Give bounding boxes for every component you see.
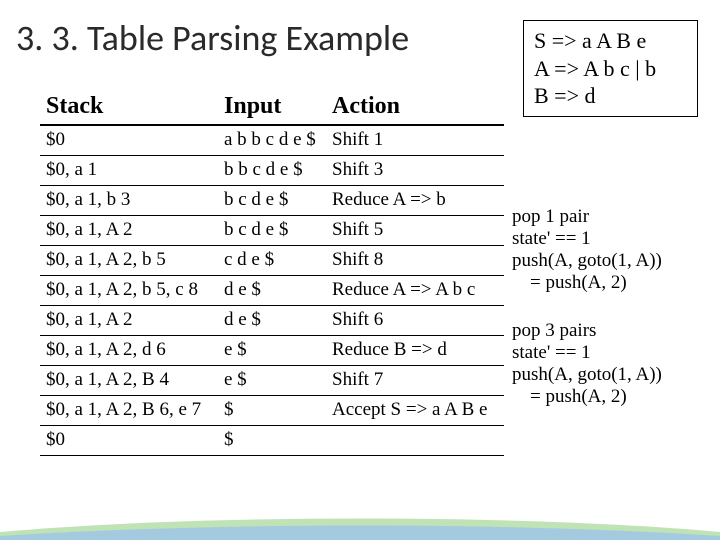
cell-stack: $0 xyxy=(40,426,218,456)
note-line: state' == 1 xyxy=(512,342,702,364)
cell-stack: $0, a 1, A 2, d 6 xyxy=(40,336,218,366)
cell-input: a b b c d e $ xyxy=(218,125,326,156)
cell-stack: $0, a 1 xyxy=(40,156,218,186)
cell-input: $ xyxy=(218,396,326,426)
cell-stack: $0, a 1, A 2 xyxy=(40,216,218,246)
grammar-line: S => a A B e xyxy=(534,27,689,55)
cell-action: Reduce A => b xyxy=(326,186,504,216)
note-line: = push(A, 2) xyxy=(512,272,702,294)
annotation-reduce-2: pop 3 pairs state' == 1 push(A, goto(1, … xyxy=(512,320,702,407)
cell-stack: $0, a 1, b 3 xyxy=(40,186,218,216)
table-row: $0$ xyxy=(40,426,504,456)
cell-input: e $ xyxy=(218,366,326,396)
cell-action: Shift 7 xyxy=(326,366,504,396)
cell-input: $ xyxy=(218,426,326,456)
table-row: $0, a 1, A 2, B 6, e 7$Accept S => a A B… xyxy=(40,396,504,426)
cell-input: b c d e $ xyxy=(218,216,326,246)
table-row: $0, a 1, A 2d e $Shift 6 xyxy=(40,306,504,336)
note-line: state' == 1 xyxy=(512,228,702,250)
cell-action: Shift 5 xyxy=(326,216,504,246)
cell-action: Shift 3 xyxy=(326,156,504,186)
decorative-swoosh xyxy=(0,512,720,540)
cell-action: Reduce A => A b c xyxy=(326,276,504,306)
cell-action: Accept S => a A B e xyxy=(326,396,504,426)
cell-stack: $0 xyxy=(40,125,218,156)
cell-stack: $0, a 1, A 2, b 5 xyxy=(40,246,218,276)
cell-stack: $0, a 1, A 2, b 5, c 8 xyxy=(40,276,218,306)
cell-action: Shift 1 xyxy=(326,125,504,156)
table-row: $0, a 1, A 2, B 4e $Shift 7 xyxy=(40,366,504,396)
table-row: $0, a 1b b c d e $Shift 3 xyxy=(40,156,504,186)
note-line: = push(A, 2) xyxy=(512,386,702,408)
annotation-reduce-1: pop 1 pair state' == 1 push(A, goto(1, A… xyxy=(512,206,702,293)
table-row: $0, a 1, b 3b c d e $Reduce A => b xyxy=(40,186,504,216)
cell-stack: $0, a 1, A 2, B 4 xyxy=(40,366,218,396)
table-row: $0, a 1, A 2, b 5c d e $Shift 8 xyxy=(40,246,504,276)
cell-action: Shift 6 xyxy=(326,306,504,336)
cell-stack: $0, a 1, A 2, B 6, e 7 xyxy=(40,396,218,426)
col-input: Input xyxy=(218,90,326,125)
table-header-row: Stack Input Action xyxy=(40,90,504,125)
cell-input: b c d e $ xyxy=(218,186,326,216)
table-row: $0, a 1, A 2b c d e $Shift 5 xyxy=(40,216,504,246)
grammar-line: A => A b c | b xyxy=(534,55,689,83)
parse-table: Stack Input Action $0a b b c d e $Shift … xyxy=(40,90,504,456)
cell-input: b b c d e $ xyxy=(218,156,326,186)
cell-input: c d e $ xyxy=(218,246,326,276)
col-action: Action xyxy=(326,90,504,125)
cell-action xyxy=(326,426,504,456)
table-row: $0a b b c d e $Shift 1 xyxy=(40,125,504,156)
grammar-box: S => a A B e A => A b c | b B => d xyxy=(523,20,698,117)
note-line: push(A, goto(1, A)) xyxy=(512,250,702,272)
slide: 3. 3. Table Parsing Example S => a A B e… xyxy=(0,0,720,540)
col-stack: Stack xyxy=(40,90,218,125)
cell-stack: $0, a 1, A 2 xyxy=(40,306,218,336)
cell-input: d e $ xyxy=(218,306,326,336)
cell-action: Shift 8 xyxy=(326,246,504,276)
note-line: pop 1 pair xyxy=(512,206,702,228)
slide-title: 3. 3. Table Parsing Example xyxy=(16,16,409,60)
table-row: $0, a 1, A 2, b 5, c 8d e $Reduce A => A… xyxy=(40,276,504,306)
grammar-line: B => d xyxy=(534,82,689,110)
note-line: pop 3 pairs xyxy=(512,320,702,342)
cell-input: d e $ xyxy=(218,276,326,306)
note-line: push(A, goto(1, A)) xyxy=(512,364,702,386)
cell-input: e $ xyxy=(218,336,326,366)
cell-action: Reduce B => d xyxy=(326,336,504,366)
table-row: $0, a 1, A 2, d 6e $Reduce B => d xyxy=(40,336,504,366)
